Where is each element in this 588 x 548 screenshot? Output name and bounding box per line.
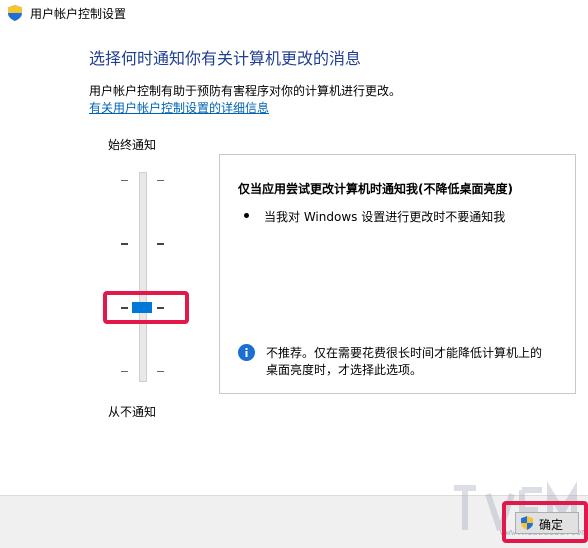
slider-tick [121, 371, 128, 372]
slider-tick [157, 243, 164, 245]
info-icon [238, 344, 255, 361]
title-bar[interactable]: 用户帐户控制设置 [0, 0, 588, 28]
window-title: 用户帐户控制设置 [30, 7, 127, 21]
notification-slider-track[interactable] [139, 172, 147, 382]
setting-description-panel: 仅当应用尝试更改计算机时通知我(不降低桌面亮度) 当我对 Windows 设置进… [219, 154, 576, 394]
uac-settings-window: 用户帐户控制设置 选择何时通知你有关计算机更改的消息 用户帐户控制有助于预防有害… [0, 0, 588, 548]
panel-note-line: 不推荐。仅在需要花费很长时间才能降低计算机上的 [266, 346, 543, 360]
slider-top-label: 始终通知 [108, 138, 157, 152]
panel-note-line: 桌面亮度时，才选择此选项。 [266, 363, 423, 377]
panel-title: 仅当应用尝试更改计算机时通知我(不降低桌面亮度) [238, 182, 513, 196]
slider-tick [121, 180, 128, 181]
bullet-dot [244, 213, 249, 218]
page-heading: 选择何时通知你有关计算机更改的消息 [89, 49, 362, 68]
panel-bullet: 当我对 Windows 设置进行更改时不要通知我 [264, 210, 506, 224]
uac-shield-icon [8, 5, 22, 21]
slider-tick [121, 243, 128, 245]
slider-highlight-box [103, 291, 189, 324]
description-text: 用户帐户控制有助于预防有害程序对你的计算机进行更改。 [89, 84, 402, 98]
slider-tick [157, 180, 164, 181]
panel-note: 不推荐。仅在需要花费很长时间才能降低计算机上的 桌面亮度时，才选择此选项。 [266, 345, 542, 379]
slider-tick [157, 371, 164, 372]
more-info-link[interactable]: 有关用户帐户控制设置的详细信息 [89, 99, 269, 116]
footer-bar [0, 496, 588, 548]
ok-highlight-box [502, 501, 588, 543]
slider-bottom-label: 从不通知 [108, 405, 157, 419]
